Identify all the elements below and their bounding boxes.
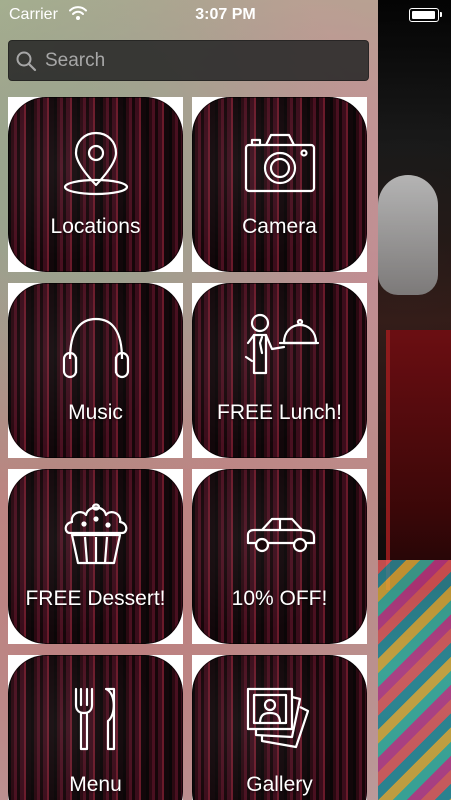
menu-tile-label: 10% OFF! — [231, 587, 328, 610]
waiter-icon — [192, 313, 367, 383]
menu-tile-10-off[interactable]: 10% OFF! — [192, 469, 367, 644]
menu-tile-label: Camera — [242, 215, 317, 238]
menu-tile-label: Gallery — [246, 773, 313, 796]
search-input[interactable] — [43, 48, 347, 73]
fork-knife-icon — [8, 685, 183, 755]
menu-tile-music[interactable]: Music — [8, 283, 183, 458]
menu-tile-label: Menu — [69, 773, 122, 796]
background-textile — [378, 560, 451, 800]
menu-tile-locations[interactable]: Locations — [8, 97, 183, 272]
menu-tile-label: FREE Lunch! — [217, 401, 342, 424]
status-time: 3:07 PM — [195, 6, 256, 23]
menu-tile-menu[interactable]: Menu — [8, 655, 183, 800]
battery-level — [412, 11, 435, 19]
background-door — [386, 330, 451, 590]
search-bar[interactable] — [8, 40, 369, 81]
headphones-icon — [8, 313, 183, 383]
camera-icon — [192, 127, 367, 197]
status-bar: Carrier 3:07 PM — [0, 0, 451, 32]
photo-gallery-icon — [192, 685, 367, 755]
menu-tile-gallery[interactable]: Gallery — [192, 655, 367, 800]
location-pin-icon — [8, 127, 183, 197]
menu-tile-label: Locations — [50, 215, 141, 238]
menu-tile-camera[interactable]: Camera — [192, 97, 367, 272]
menu-tile-free-dessert[interactable]: FREE Dessert! — [8, 469, 183, 644]
menu-tile-label: Music — [68, 401, 123, 424]
car-icon — [192, 499, 367, 569]
side-drawer: Locations Camera — [0, 0, 378, 800]
menu-tile-label: FREE Dessert! — [25, 587, 166, 610]
background-app-view — [378, 0, 451, 800]
background-figure — [378, 175, 438, 295]
cupcake-icon — [8, 499, 183, 569]
search-icon — [16, 51, 37, 71]
menu-tile-free-lunch[interactable]: FREE Lunch! — [192, 283, 367, 458]
battery-icon — [409, 8, 442, 22]
